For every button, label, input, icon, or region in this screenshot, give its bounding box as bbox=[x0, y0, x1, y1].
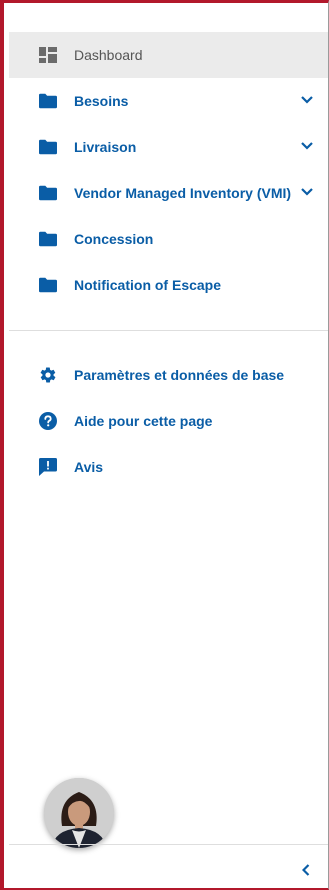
gear-icon bbox=[39, 366, 57, 384]
avatar[interactable] bbox=[44, 778, 114, 848]
sidebar-item-label: Dashboard bbox=[74, 47, 143, 63]
sidebar-item-label: Livraison bbox=[74, 139, 137, 155]
chevron-left-icon bbox=[301, 863, 310, 881]
sidebar-item-vmi[interactable]: Vendor Managed Inventory (VMI) bbox=[9, 170, 328, 216]
sidebar-item-dashboard[interactable]: Dashboard bbox=[9, 32, 328, 78]
sidebar-item-help[interactable]: Aide pour cette page bbox=[9, 398, 328, 444]
chevron-down-icon[interactable] bbox=[300, 185, 314, 199]
sidebar-item-label: Aide pour cette page bbox=[74, 413, 213, 429]
sidebar-item-label: Besoins bbox=[74, 93, 129, 109]
folder-icon bbox=[39, 276, 57, 294]
sidebar-frame: Dashboard Besoins Livraison Vendor Manag… bbox=[0, 0, 329, 890]
secondary-nav: Paramètres et données de base Aide pour … bbox=[9, 352, 328, 490]
sidebar-item-livraison[interactable]: Livraison bbox=[9, 124, 328, 170]
sidebar-item-settings[interactable]: Paramètres et données de base bbox=[9, 352, 328, 398]
chevron-down-icon[interactable] bbox=[300, 139, 314, 153]
sidebar-item-label: Concession bbox=[74, 231, 154, 247]
sidebar-item-concession[interactable]: Concession bbox=[9, 216, 328, 262]
sidebar-item-notification-of-escape[interactable]: Notification of Escape bbox=[9, 262, 328, 308]
help-icon bbox=[39, 412, 57, 430]
folder-icon bbox=[39, 184, 57, 202]
sidebar-item-label: Notification of Escape bbox=[74, 277, 222, 293]
folder-icon bbox=[39, 138, 57, 156]
avatar-photo bbox=[44, 778, 114, 848]
chevron-down-icon[interactable] bbox=[300, 93, 314, 107]
sidebar-item-label: Avis bbox=[74, 459, 104, 475]
nav-divider bbox=[9, 330, 328, 331]
sidebar-item-label: Vendor Managed Inventory (VMI) bbox=[74, 185, 292, 201]
sidebar-item-besoins[interactable]: Besoins bbox=[9, 78, 328, 124]
folder-icon bbox=[39, 230, 57, 248]
dashboard-icon bbox=[39, 46, 57, 64]
main-nav: Dashboard Besoins Livraison Vendor Manag… bbox=[9, 32, 328, 308]
collapse-sidebar-button[interactable] bbox=[294, 860, 318, 884]
sidebar-item-feedback[interactable]: Avis bbox=[9, 444, 328, 490]
bottom-divider bbox=[9, 844, 328, 845]
folder-icon bbox=[39, 92, 57, 110]
feedback-icon bbox=[39, 458, 57, 476]
sidebar-item-label: Paramètres et données de base bbox=[74, 367, 285, 383]
